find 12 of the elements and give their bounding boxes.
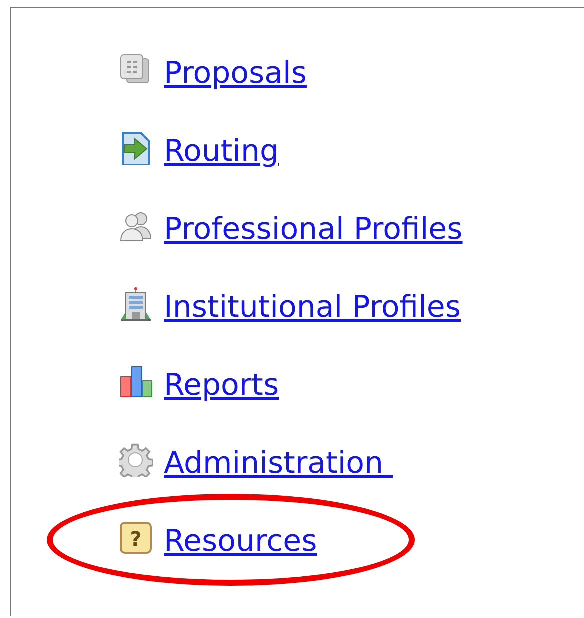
menu-link[interactable]: Administration: [164, 446, 394, 482]
bar-chart-icon: [119, 365, 153, 399]
menu-link[interactable]: Resources: [164, 524, 318, 560]
menu-link[interactable]: Proposals: [164, 56, 307, 92]
document-arrow-icon: [119, 131, 153, 165]
menu-link[interactable]: Reports: [164, 368, 280, 404]
menu-link[interactable]: Professional Profiles: [164, 212, 463, 248]
building-icon: [119, 287, 153, 321]
menu-link[interactable]: Institutional Profiles: [164, 290, 461, 326]
question-mark-icon: ?: [119, 521, 153, 555]
menu-link[interactable]: Routing: [164, 134, 280, 170]
gear-icon: [119, 443, 153, 477]
